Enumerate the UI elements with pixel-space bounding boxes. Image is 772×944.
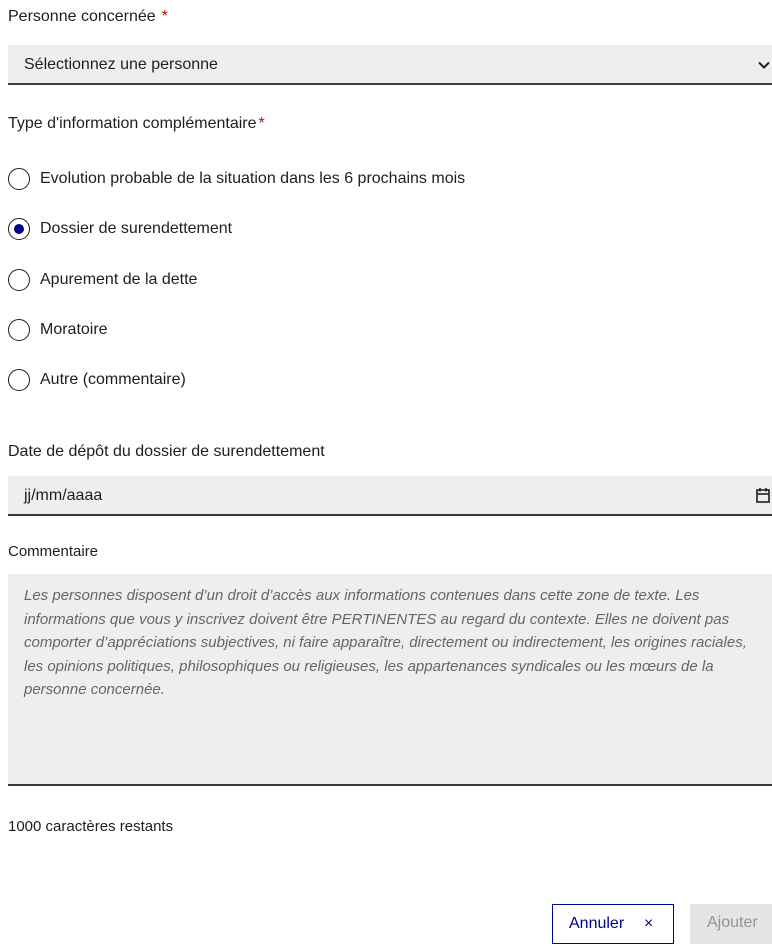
chevron-down-icon	[758, 61, 770, 69]
comment-textarea[interactable]: Les personnes disposent d’un droit d’acc…	[8, 574, 772, 786]
radio-label: Evolution probable de la situation dans …	[40, 170, 466, 187]
radio-label: Dossier de surendettement	[40, 220, 233, 237]
person-select[interactable]: Sélectionnez une personne	[8, 45, 772, 85]
radio-selected-dot	[13, 223, 24, 234]
add-button-label: Ajouter	[707, 914, 758, 931]
radio-button-selected[interactable]	[8, 218, 30, 240]
cancel-button-label: Annuler	[569, 915, 625, 932]
radio-button[interactable]	[8, 369, 30, 391]
date-placeholder: jj/mm/aaaa	[24, 487, 103, 504]
radio-option-evolution[interactable]: Evolution probable de la situation dans …	[8, 167, 608, 193]
radio-option-moratoire[interactable]: Moratoire	[8, 318, 608, 344]
add-button[interactable]: Ajouter	[690, 904, 772, 944]
cancel-button[interactable]: Annuler ×	[552, 904, 674, 944]
info-type-label: Type d'information complémentaire *	[8, 115, 265, 133]
radio-button[interactable]	[8, 168, 30, 190]
radio-button[interactable]	[8, 269, 30, 291]
date-input[interactable]: jj/mm/aaaa	[8, 476, 772, 516]
radio-label: Apurement de la dette	[40, 271, 198, 288]
required-marker: *	[258, 115, 265, 132]
date-label: Date de dépôt du dossier de surendetteme…	[8, 443, 325, 460]
radio-label: Autre (commentaire)	[40, 371, 186, 388]
radio-option-surendettement[interactable]: Dossier de surendettement	[8, 217, 608, 243]
info-type-label-text: Type d'information complémentaire	[8, 115, 257, 132]
person-select-value: Sélectionnez une personne	[24, 56, 218, 73]
comment-label: Commentaire	[8, 543, 99, 560]
radio-label: Moratoire	[40, 321, 108, 338]
radio-button[interactable]	[8, 319, 30, 341]
calendar-icon[interactable]	[756, 487, 770, 503]
radio-option-autre[interactable]: Autre (commentaire)	[8, 368, 608, 394]
character-counter: 1000 caractères restants	[8, 818, 174, 835]
close-icon: ×	[644, 915, 654, 932]
comment-placeholder: Les personnes disposent d’un droit d’acc…	[24, 587, 747, 698]
required-marker: *	[161, 8, 168, 25]
person-field-label: Personne concernée *	[8, 8, 168, 26]
person-label-text: Personne concernée	[8, 8, 156, 25]
radio-option-apurement[interactable]: Apurement de la dette	[8, 268, 608, 294]
